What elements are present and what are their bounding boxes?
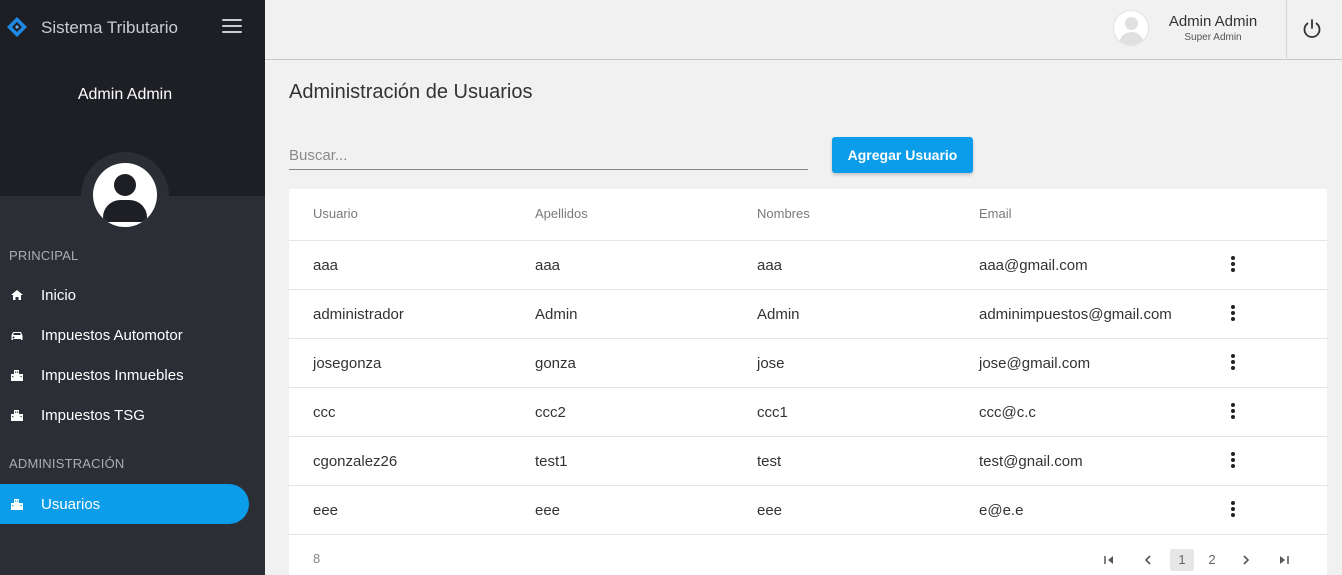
cell-email: aaa@gmail.com: [979, 257, 1088, 274]
column-header-apellidos[interactable]: Apellidos: [535, 206, 588, 221]
cell-apellidos: ccc2: [535, 404, 566, 421]
column-header-usuario[interactable]: Usuario: [313, 206, 358, 221]
table-row: eee eee eee e@e.e: [289, 486, 1327, 535]
sidebar-username: Admin Admin: [77, 86, 173, 103]
header-user-name: Admin Admin: [1168, 13, 1258, 30]
cell-usuario: administrador: [313, 306, 404, 323]
cell-apellidos: test1: [535, 453, 568, 470]
sidebar-item-label: Impuestos TSG: [41, 407, 145, 424]
cell-usuario: ccc: [313, 404, 336, 421]
cell-email: adminimpuestos@gmail.com: [979, 306, 1172, 323]
page-button-1[interactable]: 1: [1170, 549, 1194, 571]
sidebar-item-usuarios[interactable]: Usuarios: [0, 484, 249, 524]
table-header: Usuario Apellidos Nombres Email: [289, 189, 1327, 241]
table-row: cgonzalez26 test1 test test@gnail.com: [289, 437, 1327, 486]
sidebar-section-administracion: ADMINISTRACIÓN: [9, 456, 125, 471]
table-row: administrador Admin Admin adminimpuestos…: [289, 290, 1327, 339]
sidebar-item-label: Impuestos Automotor: [41, 327, 183, 344]
more-vert-icon[interactable]: [1223, 500, 1243, 520]
cell-email: ccc@c.c: [979, 404, 1036, 421]
last-page-icon[interactable]: [1272, 549, 1296, 571]
cell-usuario: eee: [313, 502, 339, 519]
column-header-nombres[interactable]: Nombres: [757, 206, 810, 221]
sidebar: Sistema Tributario Admin Admin PRINCIPAL…: [0, 0, 265, 575]
column-header-email[interactable]: Email: [979, 206, 1012, 221]
sidebar-item-impuestos-tsg[interactable]: Impuestos TSG: [0, 395, 249, 435]
cell-usuario: aaa: [313, 257, 339, 274]
add-user-button[interactable]: Agregar Usuario: [832, 137, 973, 173]
sidebar-section-principal: PRINCIPAL: [9, 248, 79, 263]
cell-apellidos: eee: [535, 502, 561, 519]
user-avatar-icon[interactable]: [1113, 10, 1149, 46]
top-header: Admin Admin Super Admin: [265, 0, 1342, 60]
more-vert-icon[interactable]: [1223, 304, 1243, 324]
cell-nombres: eee: [757, 502, 783, 519]
cell-email: jose@gmail.com: [979, 355, 1091, 372]
sidebar-avatar: [81, 152, 169, 240]
cell-nombres: ccc1: [757, 404, 788, 421]
sidebar-item-impuestos-inmuebles[interactable]: Impuestos Inmuebles: [0, 355, 249, 395]
table-row: ccc ccc2 ccc1 ccc@c.c: [289, 388, 1327, 437]
next-page-icon[interactable]: [1234, 549, 1258, 571]
more-vert-icon[interactable]: [1223, 255, 1243, 275]
prev-page-icon[interactable]: [1136, 549, 1160, 571]
brand-logo-icon: [7, 17, 27, 37]
cell-nombres: Admin: [757, 306, 800, 323]
home-icon: [11, 290, 23, 300]
building-icon: [11, 370, 23, 381]
building-icon: [11, 410, 23, 421]
cell-email: test@gnail.com: [979, 453, 1083, 470]
search-input[interactable]: [289, 142, 808, 170]
sidebar-item-label: Impuestos Inmuebles: [41, 367, 184, 384]
brand: Sistema Tributario: [0, 0, 265, 56]
users-table: Usuario Apellidos Nombres Email aaa aaa …: [289, 189, 1327, 575]
cell-email: e@e.e: [979, 502, 1024, 519]
more-vert-icon[interactable]: [1223, 451, 1243, 471]
table-row: josegonza gonza jose jose@gmail.com: [289, 339, 1327, 388]
sidebar-item-label: Inicio: [41, 287, 77, 304]
cell-usuario: josegonza: [313, 355, 382, 372]
power-icon[interactable]: [1300, 17, 1324, 41]
total-count: 8: [313, 551, 321, 566]
table-row: aaa aaa aaa aaa@gmail.com: [289, 241, 1327, 290]
brand-name: Sistema Tributario: [41, 18, 178, 37]
sidebar-item-impuestos-automotor[interactable]: Impuestos Automotor: [0, 315, 249, 355]
cell-apellidos: aaa: [535, 257, 561, 274]
more-vert-icon[interactable]: [1223, 353, 1243, 373]
cell-nombres: aaa: [757, 257, 783, 274]
car-icon: [11, 332, 23, 340]
user-avatar-icon: [93, 163, 157, 227]
building-icon: [11, 499, 23, 510]
cell-apellidos: Admin: [535, 306, 578, 323]
header-divider: [1286, 0, 1287, 60]
cell-usuario: cgonzalez26: [313, 453, 398, 470]
page-title: Administración de Usuarios: [289, 81, 533, 103]
cell-nombres: jose: [757, 355, 785, 372]
more-vert-icon[interactable]: [1223, 402, 1243, 422]
first-page-icon[interactable]: [1097, 549, 1121, 571]
sidebar-item-inicio[interactable]: Inicio: [0, 275, 249, 315]
page-button-2[interactable]: 2: [1200, 549, 1224, 571]
cell-nombres: test: [757, 453, 782, 470]
header-user-role: Super Admin: [1184, 32, 1242, 43]
sidebar-item-label: Usuarios: [41, 496, 101, 513]
cell-apellidos: gonza: [535, 355, 576, 372]
hamburger-menu-icon[interactable]: [222, 19, 242, 37]
